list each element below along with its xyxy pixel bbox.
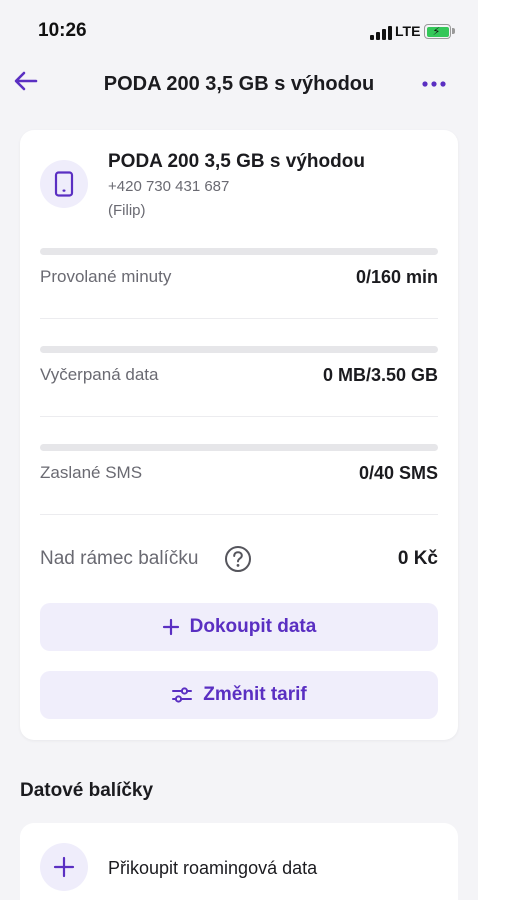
network-type: LTE xyxy=(395,23,421,39)
question-circle-icon[interactable] xyxy=(224,545,252,573)
extra-charges-value: 0 Kč xyxy=(397,548,438,569)
usage-value: 0 MB/3.50 GB xyxy=(322,365,438,385)
usage-progress-bar xyxy=(40,248,438,255)
usage-progress-bar xyxy=(40,346,438,353)
plan-phone-number: +420 730 431 687 xyxy=(108,178,230,195)
change-tariff-label: Změnit tarif xyxy=(203,684,307,705)
status-bar: 10:26 LTE ⚡ xyxy=(0,0,478,60)
screen: 10:26 LTE ⚡ PODA 200 3,5 GB s výhodou PO… xyxy=(0,0,478,900)
add-roaming-data-label: Přikoupit roamingová data xyxy=(108,858,318,878)
more-button[interactable] xyxy=(420,74,448,94)
usage-data: Vyčerpaná data 0 MB/3.50 GB xyxy=(40,346,438,444)
plus-icon xyxy=(162,618,179,636)
signal-icon xyxy=(370,26,392,40)
usage-minutes: Provolané minuty 0/160 min xyxy=(40,248,438,346)
add-circle xyxy=(40,843,88,891)
usage-value: 0/160 min xyxy=(355,267,438,287)
more-horizontal-icon xyxy=(422,81,446,87)
plan-name: PODA 200 3,5 GB s výhodou xyxy=(108,151,365,172)
usage-label: Provolané minuty xyxy=(40,267,172,286)
divider xyxy=(40,416,438,417)
divider xyxy=(40,514,438,515)
extra-charges-label: Nad rámec balíčku xyxy=(40,548,199,569)
status-time: 10:26 xyxy=(38,20,87,41)
usage-progress-bar xyxy=(40,444,438,451)
nav-bar: PODA 200 3,5 GB s výhodou xyxy=(0,60,478,110)
phone-device-icon xyxy=(54,171,74,197)
divider xyxy=(40,318,438,319)
add-roaming-data-item[interactable]: Přikoupit roamingová data xyxy=(20,823,458,900)
sliders-icon xyxy=(172,687,193,703)
battery-icon: ⚡ xyxy=(424,24,455,39)
buy-data-label: Dokoupit data xyxy=(189,616,317,637)
usage-value: 0/40 SMS xyxy=(358,463,438,483)
usage-label: Vyčerpaná data xyxy=(40,365,159,384)
section-title-data-packages: Datové balíčky xyxy=(20,780,154,801)
plan-owner: (Filip) xyxy=(108,202,146,219)
plan-card: PODA 200 3,5 GB s výhodou +420 730 431 6… xyxy=(20,130,458,740)
change-tariff-button[interactable]: Změnit tarif xyxy=(40,671,438,719)
page-title: PODA 200 3,5 GB s výhodou xyxy=(103,73,375,95)
plus-icon xyxy=(53,856,75,878)
usage-label: Zaslané SMS xyxy=(40,463,143,482)
buy-data-button[interactable]: Dokoupit data xyxy=(40,603,438,651)
plan-avatar xyxy=(40,160,88,208)
usage-sms: Zaslané SMS 0/40 SMS xyxy=(40,444,438,542)
